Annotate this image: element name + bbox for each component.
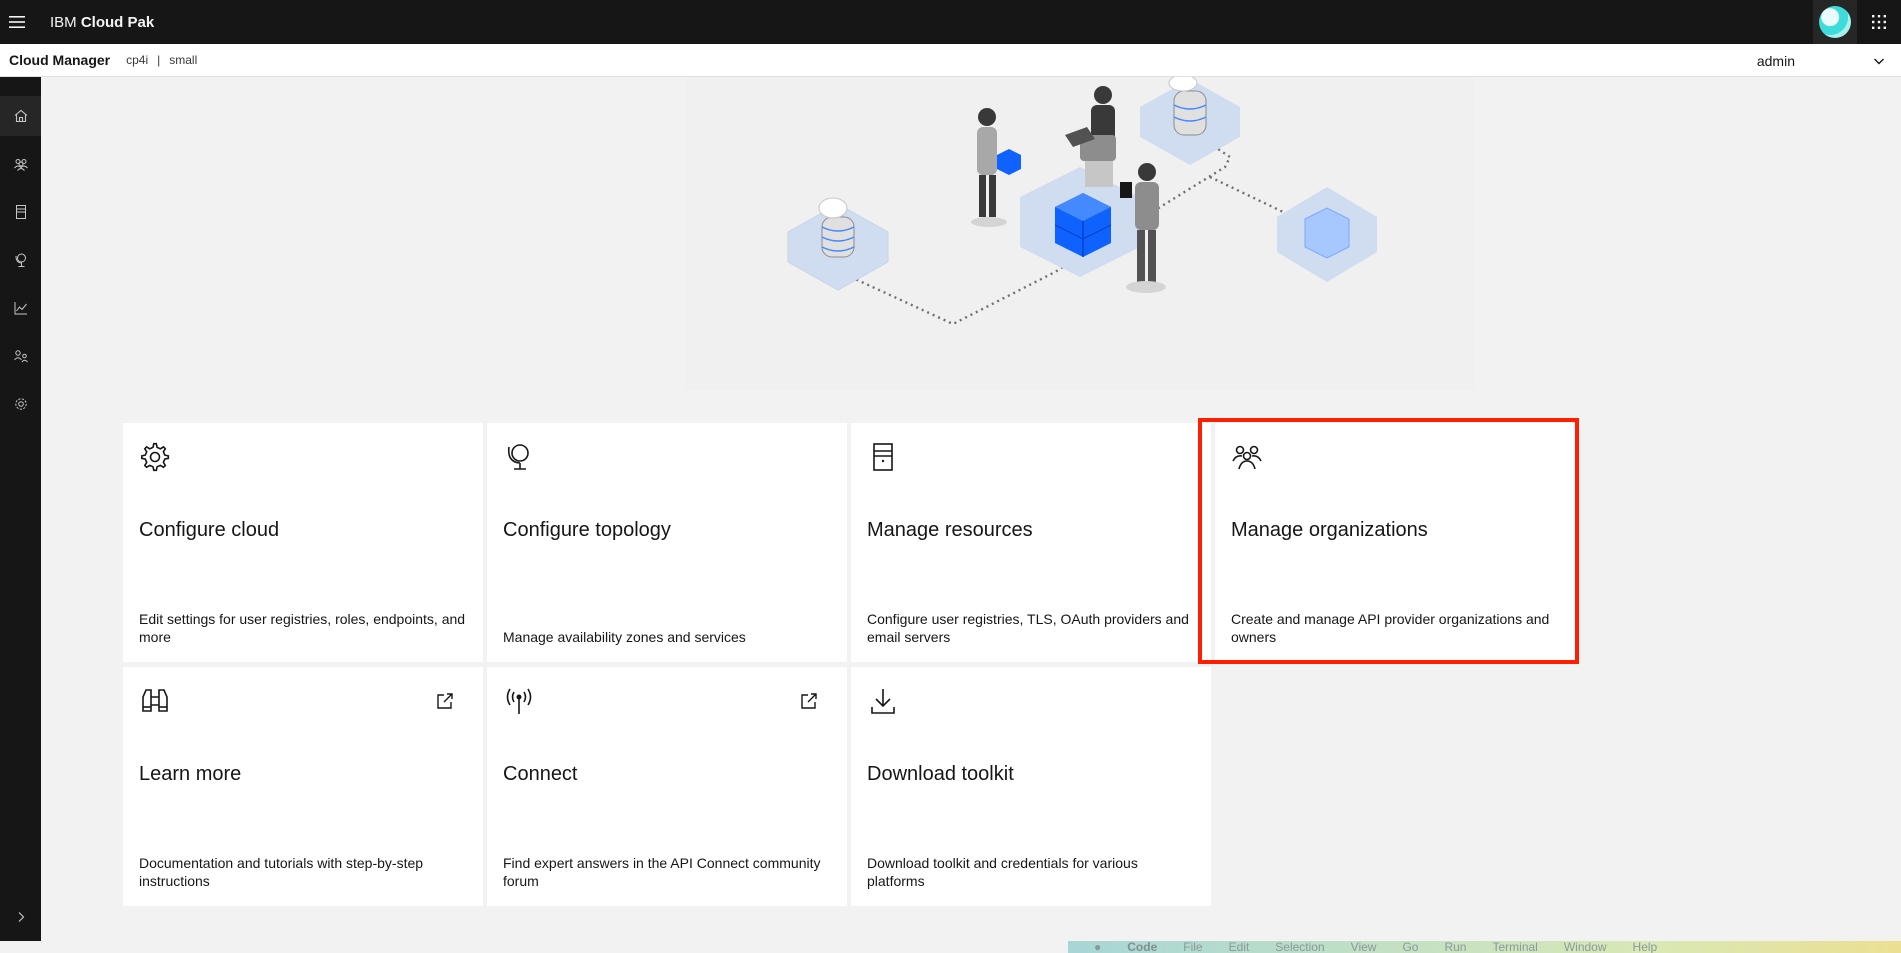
download-icon <box>871 689 895 714</box>
tile-description: Download toolkit and credentials for var… <box>867 855 1138 889</box>
brand-prefix: IBM <box>50 13 77 31</box>
sidebar-organizations-icon[interactable] <box>0 144 41 184</box>
left-sidebar <box>0 77 41 941</box>
dock-item[interactable]: Edit <box>1229 941 1250 953</box>
dock-item[interactable]: Code <box>1127 941 1157 953</box>
dock-menu-bar: ● Code File Edit Selection View Go Run T… <box>1068 941 1901 953</box>
sidebar-members-icon[interactable] <box>0 336 41 376</box>
tile-title: Manage resources <box>867 519 1033 541</box>
dock-item[interactable]: Run <box>1444 941 1466 953</box>
tile-title: Learn more <box>139 763 242 785</box>
sidebar-settings-icon[interactable] <box>0 384 41 424</box>
user-avatar <box>1819 6 1851 38</box>
tile-learn-more[interactable]: Learn more Documentation and tutorials w… <box>123 667 483 906</box>
brand-name: Cloud Pak <box>80 13 155 31</box>
user-name: admin <box>1756 52 1795 69</box>
context-separator: | <box>157 53 161 67</box>
external-link-icon <box>801 693 817 709</box>
tile-configure-topology[interactable]: Configure topology Manage availability z… <box>487 423 847 662</box>
app-switcher-icon[interactable] <box>1857 0 1901 44</box>
tile-manage-resources[interactable]: Manage resources Configure user registri… <box>851 423 1211 662</box>
tile-configure-cloud[interactable]: Configure cloud Edit settings for user r… <box>123 423 483 662</box>
top-header: IBM Cloud Pak <box>0 0 1901 44</box>
tile-description: Configure user registries, TLS, OAuth pr… <box>867 611 1189 645</box>
sidebar-analytics-icon[interactable] <box>0 288 41 328</box>
sidebar-expand-chevron-right-icon[interactable] <box>0 897 41 937</box>
antenna-icon <box>506 688 532 714</box>
group-icon <box>1232 445 1262 470</box>
dock-item[interactable]: Selection <box>1275 941 1324 953</box>
context-name: cp4i <box>126 53 149 67</box>
chevron-down-icon <box>1874 58 1884 64</box>
tile-manage-organizations[interactable]: Manage organizations Create and manage A… <box>1215 423 1575 662</box>
tile-description: Find expert answers in the API Connect c… <box>503 855 821 889</box>
globe-icon <box>507 444 529 470</box>
tile-connect[interactable]: Connect Find expert answers in the API C… <box>487 667 847 906</box>
person-left <box>977 108 1021 217</box>
tile-title: Manage organizations <box>1231 519 1428 541</box>
binoculars-icon <box>142 689 168 712</box>
tile-description: Manage availability zones and services <box>503 629 746 645</box>
menu-icon[interactable] <box>0 0 34 44</box>
dock-item[interactable]: Window <box>1564 941 1607 953</box>
tile-title: Download toolkit <box>867 763 1014 785</box>
tile-title: Configure topology <box>503 519 671 541</box>
external-link-icon <box>437 693 453 709</box>
gear-icon <box>140 442 170 472</box>
server-icon <box>873 443 893 471</box>
brand-title[interactable]: IBM Cloud Pak <box>50 14 154 31</box>
hero-illustration <box>685 74 1475 390</box>
tile-description: Create and manage API provider organizat… <box>1231 611 1550 645</box>
sidebar-resources-icon[interactable] <box>0 192 41 232</box>
dock-item[interactable]: Go <box>1402 941 1418 953</box>
page-title: Cloud Manager <box>9 52 111 68</box>
sidebar-home-icon[interactable] <box>0 96 41 136</box>
tile-download-toolkit[interactable]: Download toolkit Download toolkit and cr… <box>851 667 1211 906</box>
dock-item[interactable]: Terminal <box>1492 941 1537 953</box>
tile-title: Connect <box>503 763 578 785</box>
apple-icon: ● <box>1094 941 1102 953</box>
tile-description: Documentation and tutorials with step-by… <box>139 855 424 889</box>
tile-description: Edit settings for user registries, roles… <box>139 611 466 645</box>
dock-item[interactable]: File <box>1183 941 1202 953</box>
sidebar-topology-icon[interactable] <box>0 240 41 280</box>
dock-item[interactable]: Help <box>1633 941 1658 953</box>
sub-header: Cloud Manager cp4i | small admin <box>0 44 1901 77</box>
user-avatar-button[interactable] <box>1813 0 1857 44</box>
user-menu[interactable]: admin <box>1757 44 1885 77</box>
dock-item[interactable]: View <box>1351 941 1377 953</box>
context-size: small <box>169 53 198 67</box>
tile-title: Configure cloud <box>139 519 280 541</box>
